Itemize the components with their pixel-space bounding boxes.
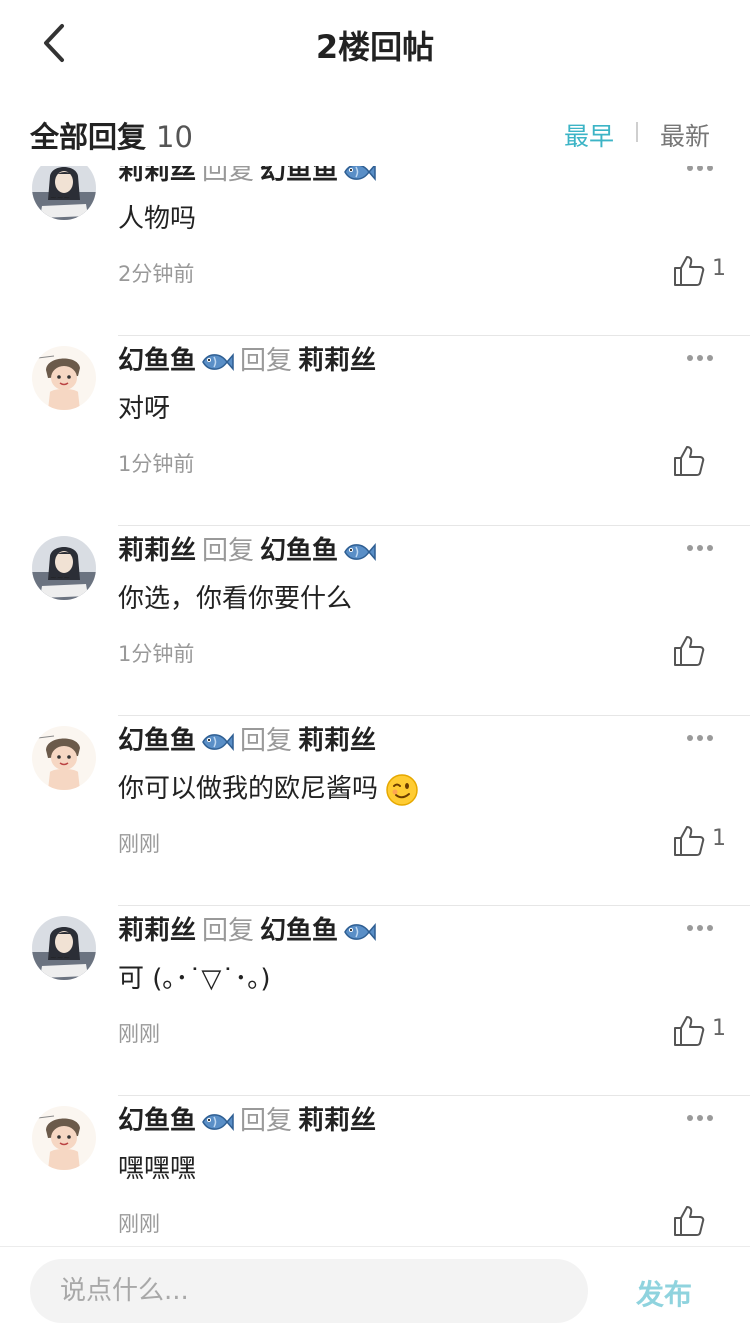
reply-text: 你可以做我的欧尼酱吗	[118, 774, 379, 804]
reply-author[interactable]: 莉莉丝	[118, 166, 196, 186]
avatar[interactable]: ~~~	[32, 166, 96, 220]
svg-text:~~~: ~~~	[50, 953, 70, 962]
reply-text: 嘿嘿嘿	[118, 1154, 197, 1184]
reply-list[interactable]: ~~~ 莉莉丝 回复 幻鱼鱼 人物吗 2分钟前 1 幻鱼鱼 回复 莉莉丝 对呀 1分钟前 ~~~ 莉莉丝回…	[0, 166, 750, 1246]
thumbs-up-icon[interactable]	[672, 824, 706, 858]
reply-item[interactable]: ~~~ 莉莉丝 回复 幻鱼鱼人物吗 2分钟前 1	[0, 166, 750, 336]
svg-text:~~~: ~~~	[50, 573, 70, 582]
reply-text: 你选，你看你要什么	[118, 584, 353, 614]
sort-latest-tab[interactable]: 最新	[660, 117, 710, 153]
all-replies-label: 全部回复 10	[30, 114, 193, 156]
fish-icon	[344, 542, 376, 561]
thumbs-up-icon[interactable]	[672, 1014, 706, 1048]
reply-count: 10	[156, 120, 193, 154]
avatar[interactable]	[32, 346, 96, 410]
reply-time: 刚刚	[118, 832, 160, 856]
reply-author[interactable]: 幻鱼鱼	[118, 726, 196, 756]
reply-header: 幻鱼鱼 回复 莉莉丝	[118, 1100, 376, 1137]
reply-header: 幻鱼鱼 回复 莉莉丝	[118, 720, 376, 757]
reply-content: 可 (｡･˙▽˙･｡)	[118, 958, 271, 995]
reply-item[interactable]: 幻鱼鱼 回复 莉莉丝对呀 1分钟前	[0, 336, 750, 526]
reply-author[interactable]: 莉莉丝	[118, 536, 196, 566]
reply-text: 人物吗	[118, 204, 197, 234]
reply-word: 回复	[202, 916, 255, 946]
reply-item[interactable]: 幻鱼鱼 回复 莉莉丝你可以做我的欧尼酱吗 刚刚 1	[0, 716, 750, 906]
reply-target[interactable]: 幻鱼鱼	[260, 916, 338, 946]
more-dots-icon[interactable]	[686, 354, 714, 362]
more-dots-icon[interactable]	[686, 734, 714, 742]
like-count: 1	[712, 1016, 726, 1041]
thumbs-up-icon[interactable]	[672, 1204, 706, 1238]
reply-author[interactable]: 幻鱼鱼	[118, 346, 196, 376]
reply-header: 幻鱼鱼 回复 莉莉丝	[118, 340, 376, 377]
replies-subheader: 全部回复 10 最早 最新	[0, 108, 750, 160]
more-dots-icon[interactable]	[686, 166, 714, 172]
reply-text: 可 (｡･˙▽˙･｡)	[118, 964, 271, 994]
svg-text:~~~: ~~~	[50, 193, 70, 202]
fish-icon	[344, 922, 376, 941]
composer-bar: 发布	[0, 1246, 750, 1335]
reply-target[interactable]: 幻鱼鱼	[260, 166, 338, 186]
reply-word: 回复	[202, 166, 255, 186]
reply-word: 回复	[240, 726, 293, 756]
thumbs-up-icon[interactable]	[672, 634, 706, 668]
reply-time: 1分钟前	[118, 452, 195, 476]
fish-icon	[202, 732, 234, 751]
reply-author[interactable]: 幻鱼鱼	[118, 1106, 196, 1136]
reply-time: 刚刚	[118, 1212, 160, 1236]
more-dots-icon[interactable]	[686, 924, 714, 932]
fish-icon	[344, 166, 376, 181]
more-dots-icon[interactable]	[686, 1114, 714, 1122]
sort-earliest-tab[interactable]: 最早	[564, 117, 614, 153]
reply-content: 人物吗	[118, 198, 196, 235]
comment-input[interactable]	[30, 1259, 588, 1323]
reply-text: 对呀	[118, 394, 171, 424]
reply-content: 你选，你看你要什么	[118, 578, 352, 615]
more-dots-icon[interactable]	[686, 544, 714, 552]
reply-word: 回复	[202, 536, 255, 566]
reply-content: 嘿嘿嘿	[118, 1148, 196, 1185]
avatar[interactable]	[32, 726, 96, 790]
reply-time: 2分钟前	[118, 262, 195, 286]
reply-target[interactable]: 莉莉丝	[298, 726, 376, 756]
reply-word: 回复	[240, 1106, 293, 1136]
avatar[interactable]	[32, 1106, 96, 1170]
wink-emoji-icon	[386, 773, 419, 806]
reply-header: 莉莉丝 回复 幻鱼鱼	[118, 166, 376, 187]
fish-icon	[202, 352, 234, 371]
reply-item[interactable]: ~~~ 莉莉丝 回复 幻鱼鱼你选，你看你要什么 1分钟前	[0, 526, 750, 716]
fish-icon	[202, 1112, 234, 1131]
reply-word: 回复	[240, 346, 293, 376]
all-replies-text: 全部回复	[30, 120, 147, 154]
avatar[interactable]: ~~~	[32, 536, 96, 600]
reply-time: 1分钟前	[118, 642, 195, 666]
publish-button[interactable]: 发布	[636, 1273, 692, 1313]
reply-target[interactable]: 幻鱼鱼	[260, 536, 338, 566]
thumbs-up-icon[interactable]	[672, 254, 706, 288]
reply-author[interactable]: 莉莉丝	[118, 916, 196, 946]
reply-target[interactable]: 莉莉丝	[298, 1106, 376, 1136]
like-count: 1	[712, 256, 726, 281]
thumbs-up-icon[interactable]	[672, 444, 706, 478]
reply-content: 对呀	[118, 388, 170, 425]
page-title: 2楼回帖	[315, 28, 435, 66]
sort-divider	[636, 122, 638, 142]
like-count: 1	[712, 826, 726, 851]
avatar[interactable]: ~~~	[32, 916, 96, 980]
reply-item[interactable]: ~~~ 莉莉丝 回复 幻鱼鱼可 (｡･˙▽˙･｡) 刚刚 1	[0, 906, 750, 1096]
reply-item[interactable]: 幻鱼鱼 回复 莉莉丝嘿嘿嘿刚刚	[0, 1096, 750, 1246]
reply-time: 刚刚	[118, 1022, 160, 1046]
reply-content: 你可以做我的欧尼酱吗	[118, 768, 419, 806]
top-nav-bar: 2楼回帖	[0, 0, 750, 90]
reply-header: 莉莉丝 回复 幻鱼鱼	[118, 910, 376, 947]
reply-target[interactable]: 莉莉丝	[298, 346, 376, 376]
reply-header: 莉莉丝 回复 幻鱼鱼	[118, 530, 376, 567]
